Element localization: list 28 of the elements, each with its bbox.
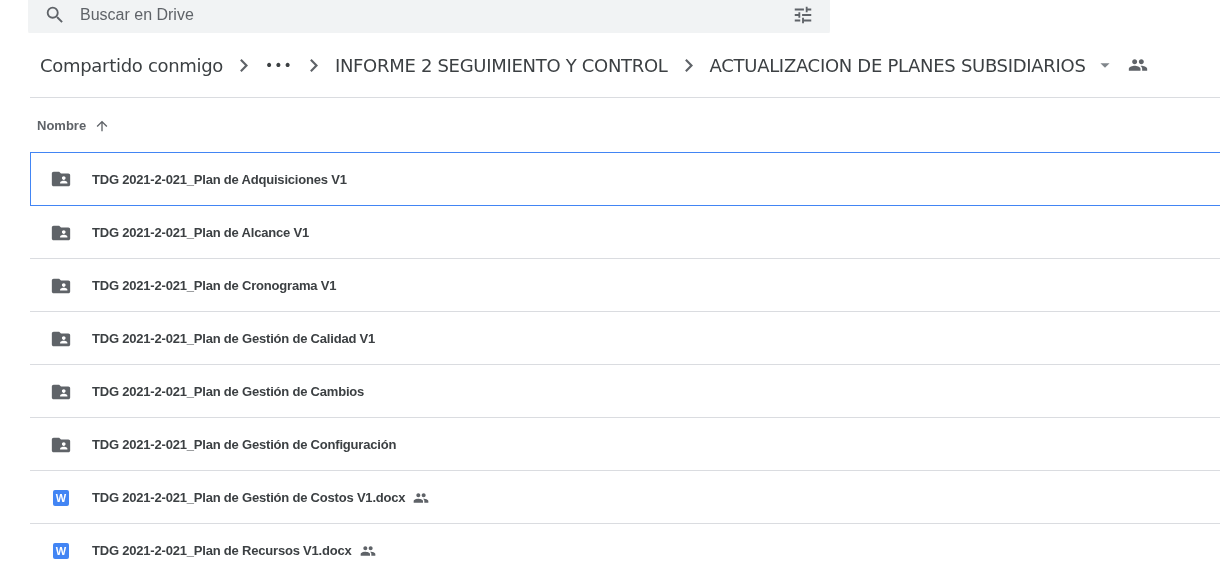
current-folder-button[interactable]: ACTUALIZACION DE PLANES SUBSIDIARIOS	[709, 50, 1086, 80]
breadcrumb-link[interactable]: INFORME 2 SEGUIMIENTO Y CONTROL	[334, 50, 668, 80]
chevron-right-icon	[309, 58, 318, 72]
file-row[interactable]: TDG 2021-2-021_Plan de Adquisiciones V1	[30, 152, 1220, 206]
file-row[interactable]: W TDG 2021-2-021_Plan de Recursos V1.docx	[30, 524, 1220, 573]
file-name: TDG 2021-2-021_Plan de Gestión de Configuración	[92, 437, 397, 452]
file-name: TDG 2021-2-021_Plan de Gestión de Calidad V1	[92, 331, 376, 346]
file-row[interactable]: TDG 2021-2-021_Plan de Gestión de Configuración	[30, 418, 1220, 471]
document-icon: W	[53, 542, 69, 559]
file-name: TDG 2021-2-021_Plan de Cronograma V1	[92, 278, 337, 293]
file-row[interactable]: TDG 2021-2-021_Plan de Cronograma V1	[30, 259, 1220, 312]
document-icon: W	[53, 489, 69, 506]
file-row[interactable]: TDG 2021-2-021_Plan de Gestión de Calidad V1	[30, 312, 1220, 365]
chevron-right-icon	[684, 58, 693, 72]
file-name: TDG 2021-2-021_Plan de Gestión de Cambios	[92, 384, 365, 399]
breadcrumb-link[interactable]: Compartido conmigo	[40, 50, 224, 80]
more-button[interactable]: •••	[265, 53, 293, 77]
file-name: TDG 2021-2-021_Plan de Adquisiciones V1	[92, 171, 347, 187]
file-name: TDG 2021-2-021_Plan de Gestión de Costos V1.docx	[92, 490, 406, 505]
column-header[interactable]: Nombre	[37, 118, 87, 133]
file-name: TDG 2021-2-021_Plan de Alcance V1	[92, 225, 309, 240]
file-row[interactable]: TDG 2021-2-021_Plan de Gestión de Cambios	[30, 365, 1220, 418]
file-name: TDG 2021-2-021_Plan de Recursos V1.docx	[92, 543, 352, 558]
filter-options-icon[interactable]	[792, 4, 814, 26]
search-field[interactable]: Buscar en Drive	[28, 0, 830, 33]
file-row[interactable]: TDG 2021-2-021_Plan de Alcance V1	[30, 206, 1220, 259]
chevron-right-icon	[240, 58, 249, 72]
file-row[interactable]: W TDG 2021-2-021_Plan de Gestión de Costos V1.docx	[30, 471, 1220, 524]
